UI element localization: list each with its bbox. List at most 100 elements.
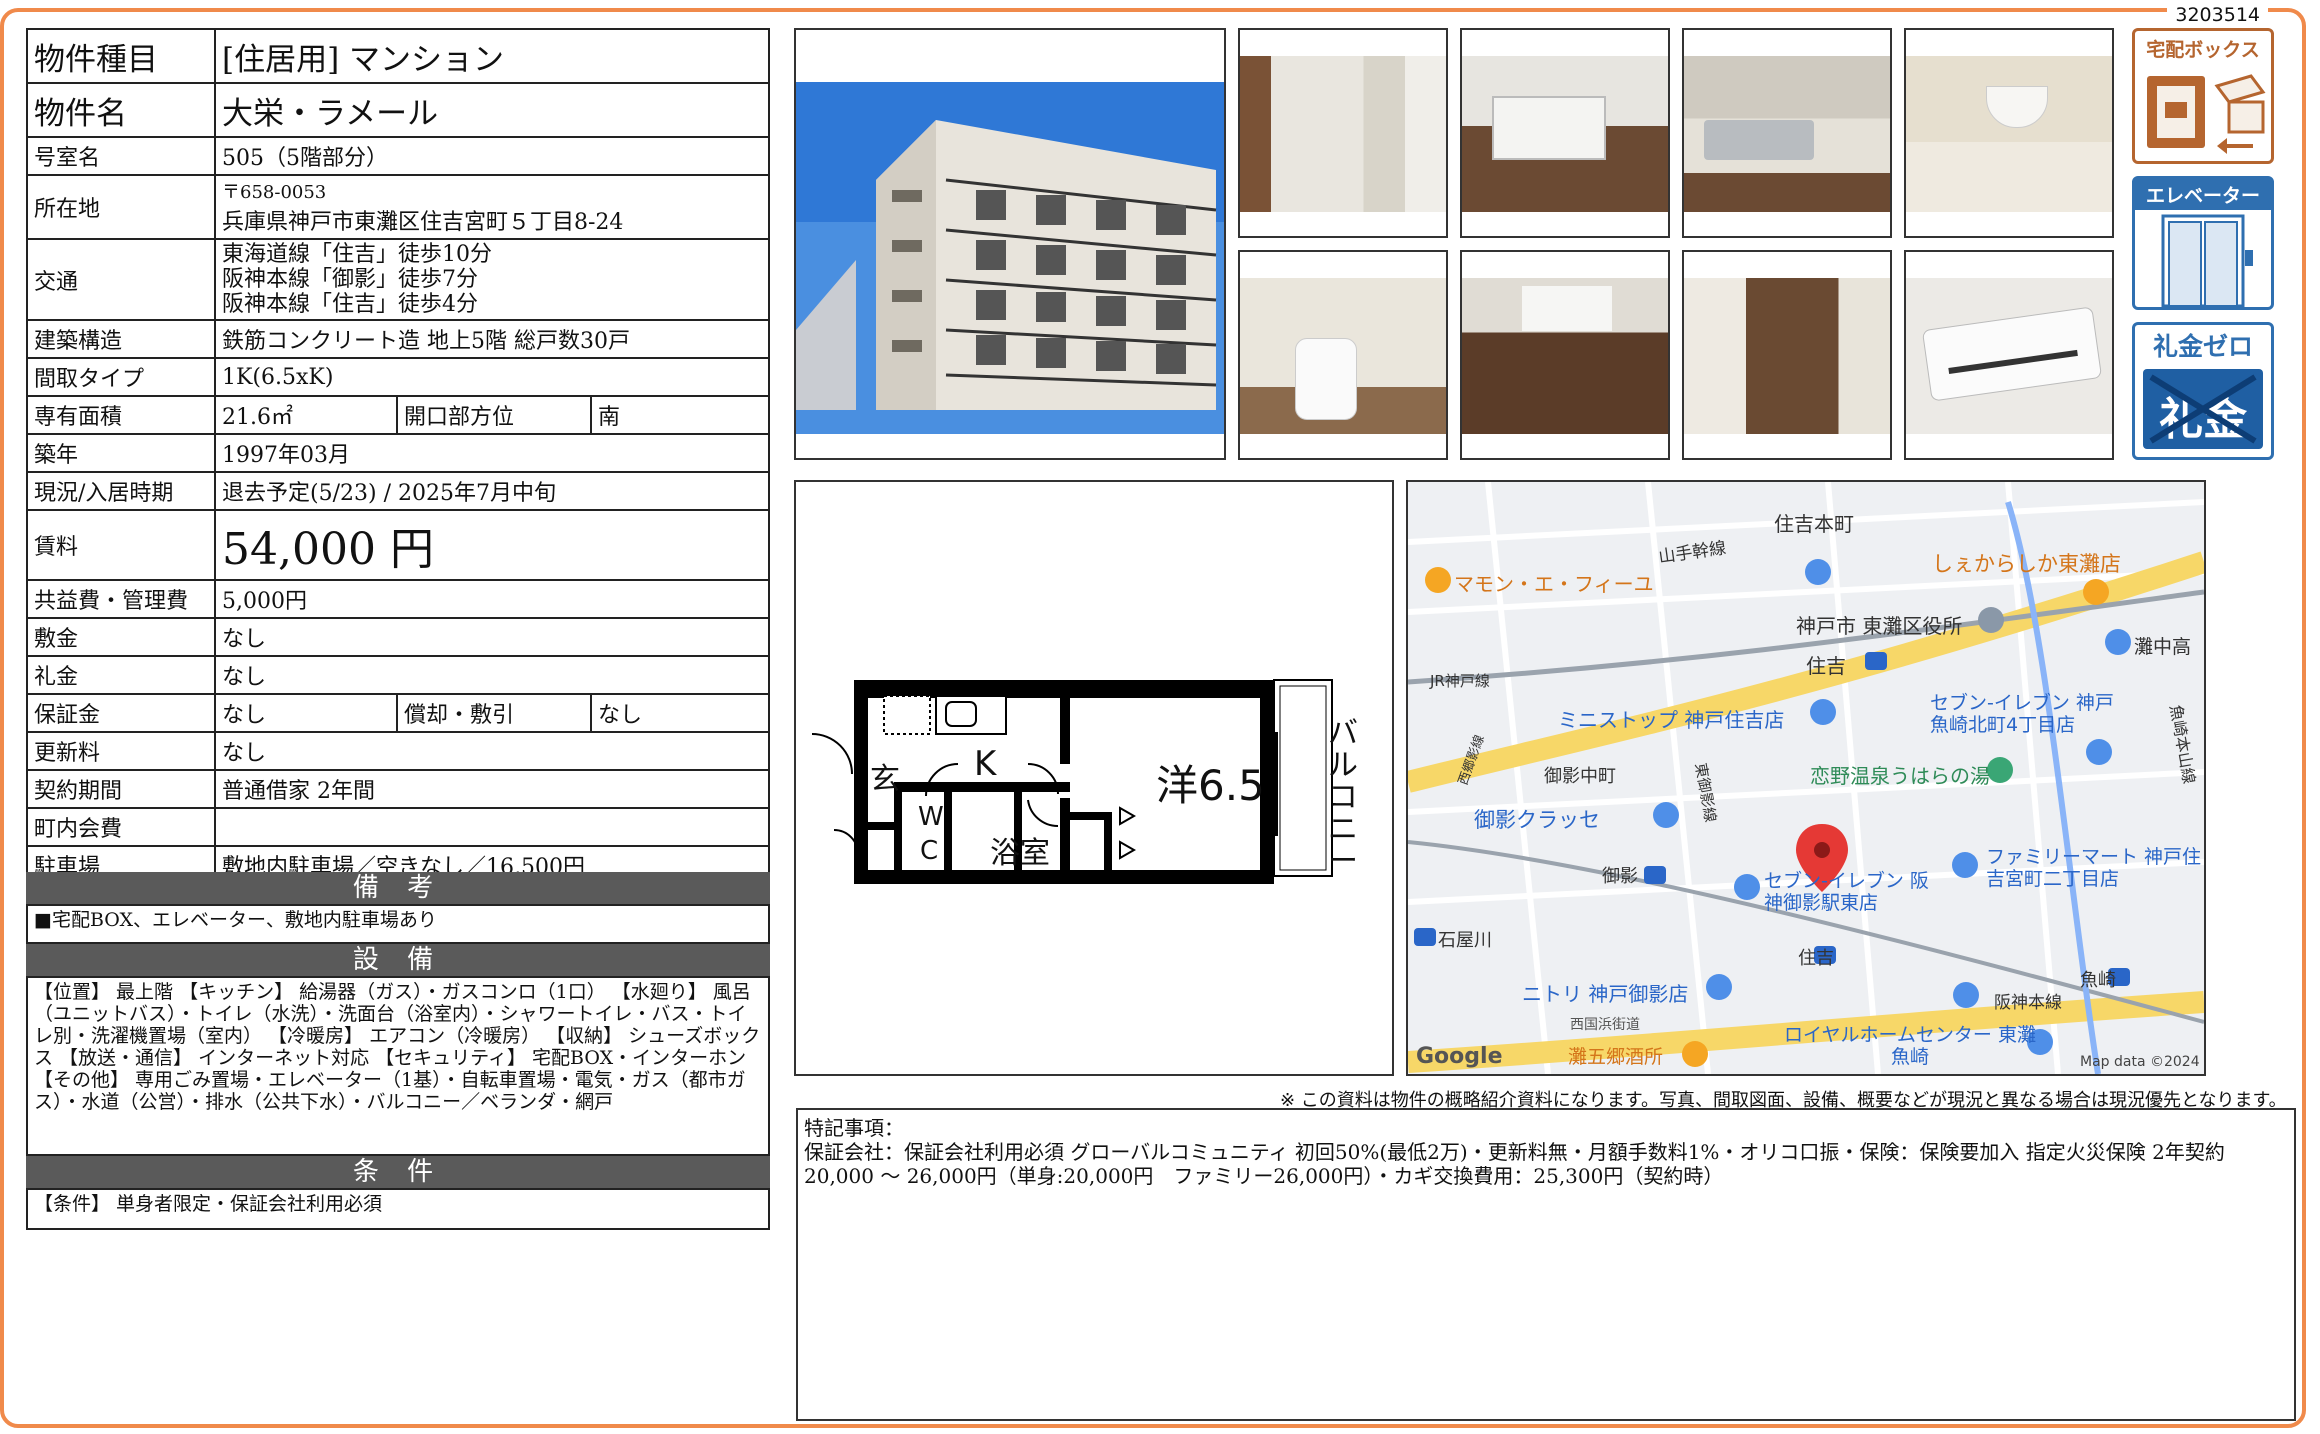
map-attribution: Map data ©2024 (2080, 1054, 2200, 1070)
spec-label: 保証金 (26, 693, 216, 733)
special-notes-title: 特記事項： (804, 1116, 904, 1140)
interior-photo-bathroom (1904, 28, 2114, 238)
spec-row-structure: 建築構造 鉄筋コンクリート造 地上5階 総戸数30戸 (26, 319, 770, 359)
floorplan-entrance-label: 玄 (870, 762, 900, 797)
facilities-header: 設 備 (26, 944, 770, 976)
spec-row-type: 物件種目 [住居用] マンション (26, 28, 770, 84)
map-label: 御影中町 (1544, 766, 1616, 787)
spec-value: 505（5階部分） (214, 136, 770, 176)
washbasin (1986, 86, 2048, 128)
window (1522, 286, 1612, 331)
postal-code: 〒658-0053 (222, 182, 327, 203)
spec-label: 開口部方位 (396, 395, 592, 435)
spec-value: なし (214, 693, 398, 733)
map-label: 神戸市 東灘区役所 (1796, 614, 1963, 638)
badge-delivery-title: 宅配ボックス (2146, 39, 2260, 61)
remarks-text: ■宅配BOX、エレベーター、敷地内駐車場あり (26, 904, 770, 944)
conditions-text: 【条件】 単身者限定・保証会社利用必須 (26, 1188, 770, 1230)
spec-label: 物件種目 (26, 28, 216, 84)
access-line: 阪神本線「御影」徒歩7分 (222, 267, 478, 292)
spec-row-access: 交通 東海道線「住吉」徒歩10分 阪神本線「御影」徒歩7分 阪神本線「住吉」徒歩… (26, 238, 770, 321)
facilities-text: 【位置】 最上階 【キッチン】 給湯器（ガス）・ガスコンロ（1口） 【水廻り】 … (26, 976, 770, 1156)
special-notes-box: 特記事項： 保証会社：保証会社利用必須 グローバルコミュニティ 初回50%(最低… (796, 1108, 2296, 1421)
map-label: 灘五郷酒所 (1568, 1046, 1664, 1068)
spec-label: 敷金 (26, 617, 216, 657)
google-logo: Google (1416, 1044, 1503, 1069)
spec-row-area: 専有面積 21.6㎡ 開口部方位 南 (26, 395, 770, 435)
map-label: ロイヤルホームセンター 東灘魚崎 (1784, 1024, 2036, 1068)
spec-label: 更新料 (26, 731, 216, 771)
spec-label: 号室名 (26, 136, 216, 176)
floorplan-panel: 洋6.5 K 玄 W C 浴室 バルコニー (794, 480, 1394, 1076)
badge-elevator-title: エレベーター (2135, 179, 2271, 210)
interior-photo-laundry (1460, 28, 1670, 238)
spec-value: 普通借家 2年間 (214, 769, 770, 809)
spec-value: 大栄・ラメール (214, 82, 770, 138)
spec-label: 建築構造 (26, 319, 216, 359)
spec-label: 共益費・管理費 (26, 579, 216, 619)
map-label: ファミリーマート 神戸住吉宮町二丁目店 (1986, 846, 2202, 890)
spec-value: なし (214, 617, 770, 657)
interior-photo-entrance (1238, 28, 1448, 238)
spec-value: 1997年03月 (214, 433, 770, 473)
delivery-box-icon (2147, 74, 2266, 154)
map-label: 御影クラッセ (1474, 808, 1600, 832)
spec-row-guarantee: 保証金 なし 償却・敷引 なし (26, 693, 770, 733)
spec-label: 賃料 (26, 509, 216, 581)
floorplan-wc-label-bottom: C (920, 836, 939, 866)
map-label: 石屋川 (1438, 930, 1492, 951)
spec-row-layout: 間取タイプ 1K(6.5xK) (26, 357, 770, 397)
badge-elevator: エレベーター (2132, 176, 2274, 310)
spec-label: 現況/入居時期 (26, 471, 216, 511)
map-label: 住吉本町 (1774, 512, 1854, 536)
spec-value: 〒658-0053 兵庫県神戸市東灘区住吉宮町５丁目8-24 (214, 174, 770, 240)
spec-row-name: 物件名 大栄・ラメール (26, 82, 770, 138)
spec-label: 間取タイプ (26, 357, 216, 397)
spec-row-status: 現況/入居時期 退去予定(5/23) / 2025年7月中旬 (26, 471, 770, 511)
badge-key-money-zero: 礼金ゼロ 礼金 (2132, 322, 2274, 460)
spec-label: 築年 (26, 433, 216, 473)
map-label: 阪神本線 (1994, 993, 2062, 1013)
spec-label: 所在地 (26, 174, 216, 240)
spec-label: 礼金 (26, 655, 216, 695)
spec-value: 21.6㎡ (214, 395, 398, 435)
spec-label: 契約期間 (26, 769, 216, 809)
photo-image (1684, 56, 1890, 212)
spec-label: 償却・敷引 (396, 693, 592, 733)
access-line: 阪神本線「住吉」徒歩4分 (222, 292, 478, 317)
floorplan-bath-label: 浴室 (990, 836, 1050, 871)
floorplan-room-label: 洋6.5 (1156, 761, 1265, 810)
spec-row-address: 所在地 〒658-0053 兵庫県神戸市東灘区住吉宮町５丁目8-24 (26, 174, 770, 240)
map-label: 魚崎 (2080, 970, 2116, 991)
spec-value: [住居用] マンション (214, 28, 770, 84)
spec-value: 退去予定(5/23) / 2025年7月中旬 (214, 471, 770, 511)
building-image (796, 82, 1224, 434)
photo-image (1906, 56, 2112, 212)
map-label: 灘中高 (2134, 636, 2192, 658)
spec-label: 専有面積 (26, 395, 216, 435)
photo-image (1462, 56, 1668, 212)
spec-value: 1K(6.5xK) (214, 357, 770, 397)
address: 兵庫県神戸市東灘区住吉宮町５丁目8-24 (222, 210, 624, 235)
map-label: 恋野温泉うはらの湯 (1810, 764, 1990, 788)
access-line: 東海道線「住吉」徒歩10分 (222, 242, 492, 267)
photo-image (1684, 278, 1890, 434)
spec-value: なし (590, 693, 770, 733)
washer-pan (1492, 96, 1606, 160)
photo-image (1462, 278, 1668, 434)
map-label: 御影 (1602, 866, 1638, 887)
property-spec-table: 物件種目 [住居用] マンション 物件名 大栄・ラメール 号室名 505（5階部… (26, 28, 770, 885)
interior-photo-kitchen (1682, 28, 1892, 238)
spec-row-built: 築年 1997年03月 (26, 433, 770, 473)
map-label: 西国浜街道 (1570, 1017, 1640, 1033)
map-label: セブン-イレブン 神戸魚崎北町4丁目店 (1930, 692, 2114, 736)
map-label: JR神戸線 (1430, 672, 1490, 690)
spec-label: 交通 (26, 238, 216, 321)
spec-value: 5,000円 (214, 579, 770, 619)
interior-photo-closet (1682, 250, 1892, 460)
map-panel[interactable]: 住吉本町 山手幹線 マモン・エ・フィーユ しぇからしか東灘店 神戸市 東灘区役所… (1406, 480, 2206, 1076)
document-id: 3203514 (2167, 4, 2268, 26)
rent-value: 54,000 円 (214, 509, 770, 581)
interior-photo-room (1460, 250, 1670, 460)
spec-row-term: 契約期間 普通借家 2年間 (26, 769, 770, 809)
